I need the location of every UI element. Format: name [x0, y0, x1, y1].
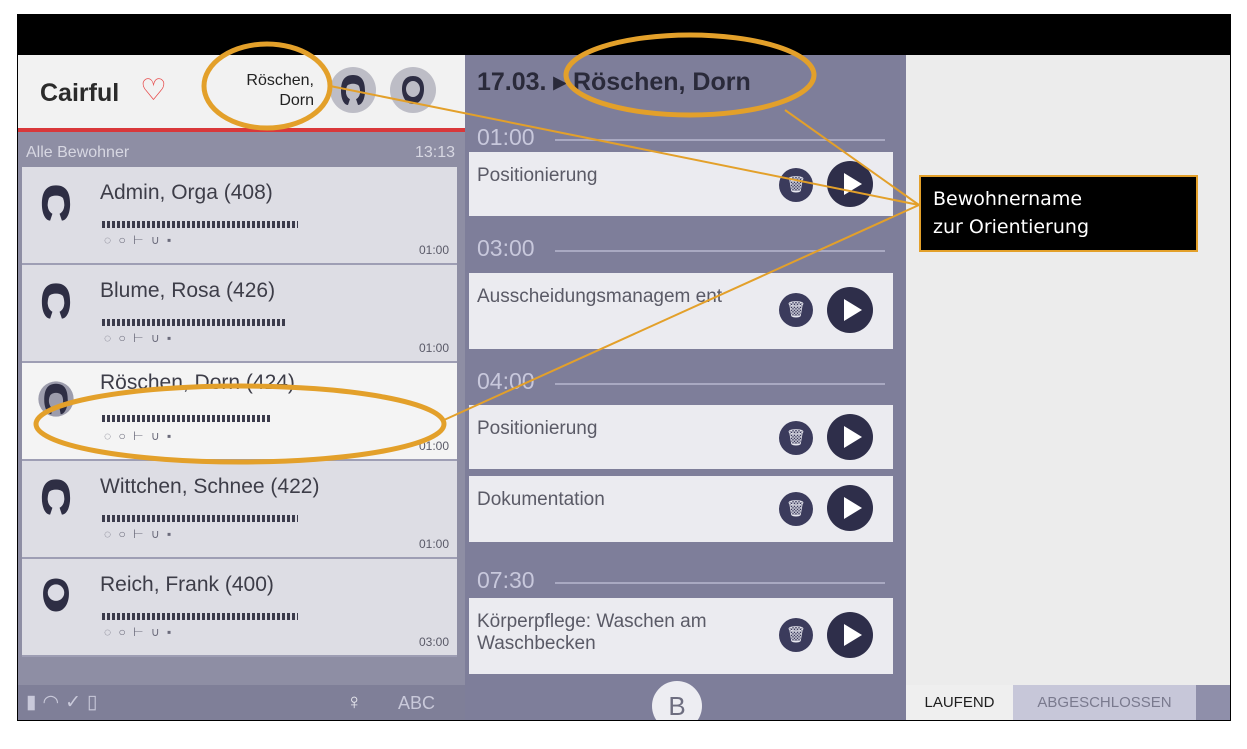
resident-time: 01:00 [418, 243, 449, 257]
schedule-title: 17.03. ▸ Röschen, Dorn [477, 68, 751, 96]
task-name: Ausscheidungsmanagem ent [477, 286, 723, 307]
female-avatar-icon [41, 185, 71, 221]
resident-item[interactable]: Blume, Rosa (426) ◌ ○ ⊢ ∪ ▪ 01:00 [22, 265, 457, 363]
task-item[interactable]: Ausscheidungsmanagem ent 🗑 [469, 273, 893, 349]
status-bar: ▮◠✓▯ ♀ ABC [18, 685, 465, 720]
female-avatar-icon [41, 479, 71, 515]
resident-progress-bar [102, 319, 286, 326]
play-icon [843, 299, 862, 321]
resident-progress-bar [102, 515, 298, 522]
resident-progress-bar [102, 415, 272, 422]
task-name: Körperpflege: Waschen am Waschbecken [477, 611, 707, 654]
detail-panel: LAUFEND ABGESCHLOSSEN [906, 55, 1230, 720]
app-header: Cairful ♡ Röschen, Dorn [18, 55, 465, 131]
resident-name: Wittchen, Schnee (422) [100, 475, 320, 498]
female-avatar-icon[interactable] [330, 67, 376, 113]
resident-time: 01:00 [418, 537, 449, 551]
time-divider [555, 582, 885, 584]
task-name: Positionierung [477, 165, 598, 186]
resident-list-title: Alle Bewohner [26, 144, 130, 161]
play-icon [843, 426, 862, 448]
resident-name: Blume, Rosa (426) [100, 279, 276, 302]
time-divider [555, 383, 885, 385]
time-group-label: 04:00 [477, 368, 535, 394]
resident-status-icons: ◌ ○ ⊢ ∪ ▪ [104, 527, 174, 541]
resident-name: Admin, Orga (408) [100, 181, 273, 204]
signal-icon: ▯ [86, 692, 104, 713]
trash-icon[interactable]: 🗑 [779, 492, 813, 526]
time-divider [555, 139, 885, 141]
task-item[interactable]: Dokumentation 🗑 [469, 476, 893, 542]
resident-time: 01:00 [418, 439, 449, 453]
trash-icon[interactable]: 🗑 [779, 168, 813, 202]
task-item[interactable]: Körperpflege: Waschen am Waschbecken 🗑 [469, 598, 893, 674]
resident-list-panel: Alle Bewohner 13:13 Admin, Orga (408) ◌ … [18, 132, 465, 685]
schedule-panel: 17.03. ▸ Röschen, Dorn 01:00 Positionier… [465, 55, 906, 720]
resident-time: 03:00 [418, 635, 449, 649]
resident-name: Reich, Frank (400) [100, 573, 274, 596]
resident-status-icons: ◌ ○ ⊢ ∪ ▪ [104, 233, 174, 247]
person-icon[interactable]: ♀ [346, 689, 363, 715]
trash-icon[interactable]: 🗑 [779, 421, 813, 455]
task-name: Positionierung [477, 418, 598, 439]
trash-icon[interactable]: 🗑 [779, 293, 813, 327]
play-button[interactable] [827, 414, 873, 460]
play-icon [843, 497, 862, 519]
annotation-callout: Bewohnername zur Orientierung [919, 175, 1198, 252]
resident-item[interactable]: Wittchen, Schnee (422) ◌ ○ ⊢ ∪ ▪ 01:00 [22, 461, 457, 559]
resident-time: 01:00 [418, 341, 449, 355]
heart-icon: ♡ [140, 74, 167, 107]
resident-status-icons: ◌ ○ ⊢ ∪ ▪ [104, 331, 174, 345]
resident-progress-bar [102, 221, 298, 228]
time-group-label: 03:00 [477, 235, 535, 261]
time-group-label: 07:30 [477, 567, 535, 593]
battery-icon: ▮ [26, 692, 43, 713]
time-group-label: 01:00 [477, 124, 535, 150]
male-avatar-icon[interactable] [390, 67, 436, 113]
resident-item[interactable]: Admin, Orga (408) ◌ ○ ⊢ ∪ ▪ 01:00 [22, 167, 457, 265]
callout-line-1: Bewohnername [933, 188, 1083, 210]
play-icon [843, 624, 862, 646]
wifi-icon: ◠ [42, 692, 66, 713]
system-status-icons: ▮◠✓▯ [26, 691, 103, 714]
resident-status-icons: ◌ ○ ⊢ ∪ ▪ [104, 625, 174, 639]
tab-laufend[interactable]: LAUFEND [906, 685, 1013, 720]
task-name: Dokumentation [477, 489, 605, 510]
resident-name: Röschen, Dorn (424) [100, 371, 295, 394]
check-circle-icon: ✓ [65, 692, 87, 713]
abc-sort-button[interactable]: ABC [398, 693, 435, 714]
app-logo: Cairful [40, 79, 120, 107]
resident-progress-bar [102, 613, 298, 620]
task-item[interactable]: Positionierung 🗑 [469, 152, 893, 216]
app-window: Cairful ♡ Röschen, Dorn Alle Bewohner 13… [17, 14, 1231, 721]
female-avatar-icon [41, 283, 71, 319]
resident-status-icons: ◌ ○ ⊢ ∪ ▪ [104, 429, 174, 443]
play-button[interactable] [827, 161, 873, 207]
resident-item-selected[interactable]: Röschen, Dorn (424) ◌ ○ ⊢ ∪ ▪ 01:00 [22, 363, 457, 461]
tab-abgeschlossen[interactable]: ABGESCHLOSSEN [1013, 685, 1196, 720]
resident-list-header: Alle Bewohner 13:13 [18, 132, 465, 167]
play-button[interactable] [827, 287, 873, 333]
b-button[interactable]: B [652, 681, 702, 720]
status-tabs: LAUFEND ABGESCHLOSSEN [906, 685, 1230, 720]
play-button[interactable] [827, 485, 873, 531]
resident-item[interactable]: Reich, Frank (400) ◌ ○ ⊢ ∪ ▪ 03:00 [22, 559, 457, 657]
task-item[interactable]: Positionierung 🗑 [469, 405, 893, 469]
clock: 13:13 [414, 144, 455, 161]
female-avatar-icon [38, 381, 74, 417]
top-black-bar [18, 15, 1230, 55]
play-icon [843, 173, 862, 195]
callout-line-2: zur Orientierung [933, 216, 1090, 238]
time-divider [555, 250, 885, 252]
play-button[interactable] [827, 612, 873, 658]
header-resident-name: Röschen, Dorn [246, 72, 314, 109]
male-avatar-icon [43, 578, 69, 612]
trash-icon[interactable]: 🗑 [779, 618, 813, 652]
